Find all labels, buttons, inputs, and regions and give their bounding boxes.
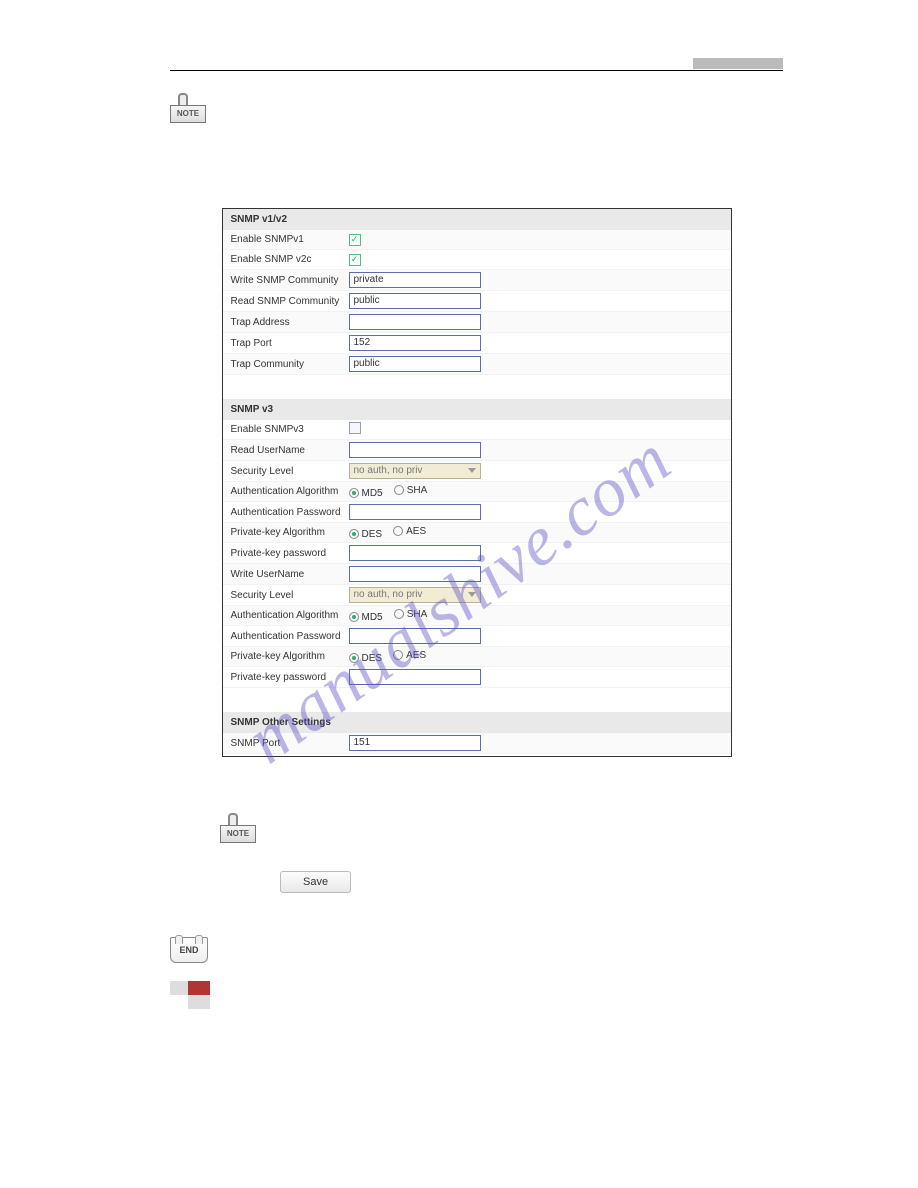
input-pk-pw-read[interactable]	[349, 545, 481, 561]
end-icon: END	[170, 937, 208, 963]
input-read-community[interactable]: public	[349, 293, 481, 309]
row-enable-snmpv2c: Enable SNMP v2c ✓	[223, 250, 731, 270]
label-enable-snmpv1: Enable SNMPv1	[231, 234, 349, 245]
checkbox-enable-snmpv3[interactable]	[349, 422, 361, 434]
row-pk-algo-write: Private-key Algorithm DES AES	[223, 647, 731, 667]
label-snmp-port: SNMP Port	[231, 738, 349, 749]
row-auth-algo-read: Authentication Algorithm MD5 SHA	[223, 482, 731, 502]
row-auth-pw-write: Authentication Password	[223, 626, 731, 647]
row-auth-algo-write: Authentication Algorithm MD5 SHA	[223, 606, 731, 626]
select-security-level-read-value: no auth, no priv	[354, 465, 423, 476]
snmp-config-panel: SNMP v1/v2 Enable SNMPv1 ✓ Enable SNMP v…	[222, 208, 732, 757]
row-security-level-read: Security Level no auth, no priv	[223, 461, 731, 482]
row-write-community: Write SNMP Community private	[223, 270, 731, 291]
row-read-username: Read UserName	[223, 440, 731, 461]
chevron-down-icon	[468, 592, 476, 597]
note-icon: NOTE	[220, 817, 256, 845]
label-auth-pw-write: Authentication Password	[231, 631, 349, 642]
select-security-level-write[interactable]: no auth, no priv	[349, 587, 481, 603]
note-icon-label: NOTE	[170, 105, 206, 123]
section-snmp-v3: SNMP v3	[223, 399, 731, 420]
header-rule	[170, 70, 783, 71]
radio-des-read[interactable]: DES	[349, 529, 383, 540]
end-icon-label: END	[179, 945, 198, 955]
label-pk-algo-read: Private-key Algorithm	[231, 527, 349, 538]
radio-sha-write[interactable]: SHA	[394, 609, 428, 620]
row-write-username: Write UserName	[223, 564, 731, 585]
row-pk-pw-read: Private-key password	[223, 543, 731, 564]
label-trap-community: Trap Community	[231, 359, 349, 370]
input-pk-pw-write[interactable]	[349, 669, 481, 685]
select-security-level-read[interactable]: no auth, no priv	[349, 463, 481, 479]
label-trap-port: Trap Port	[231, 338, 349, 349]
row-auth-pw-read: Authentication Password	[223, 502, 731, 523]
label-write-community: Write SNMP Community	[231, 275, 349, 286]
row-security-level-write: Security Level no auth, no priv	[223, 585, 731, 606]
row-pk-pw-write: Private-key password	[223, 667, 731, 688]
input-read-username[interactable]	[349, 442, 481, 458]
label-enable-snmpv3: Enable SNMPv3	[231, 424, 349, 435]
save-button[interactable]: Save	[280, 871, 351, 893]
label-security-level-read: Security Level	[231, 466, 349, 477]
label-write-username: Write UserName	[231, 569, 349, 580]
label-read-username: Read UserName	[231, 445, 349, 456]
input-write-username[interactable]	[349, 566, 481, 582]
row-snmp-port: SNMP Port 151	[223, 733, 731, 754]
label-auth-pw-read: Authentication Password	[231, 507, 349, 518]
radio-md5-write[interactable]: MD5	[349, 612, 383, 623]
section-snmp-other: SNMP Other Settings	[223, 712, 731, 733]
chevron-down-icon	[468, 468, 476, 473]
row-read-community: Read SNMP Community public	[223, 291, 731, 312]
input-trap-address[interactable]	[349, 314, 481, 330]
label-pk-pw-read: Private-key password	[231, 548, 349, 559]
label-security-level-write: Security Level	[231, 590, 349, 601]
checkbox-enable-snmpv2c[interactable]: ✓	[349, 254, 361, 266]
row-trap-community: Trap Community public	[223, 354, 731, 375]
radio-sha-read[interactable]: SHA	[394, 485, 428, 496]
row-pk-algo-read: Private-key Algorithm DES AES	[223, 523, 731, 543]
note-icon-label: NOTE	[220, 825, 256, 843]
label-auth-algo-write: Authentication Algorithm	[231, 610, 349, 621]
label-trap-address: Trap Address	[231, 317, 349, 328]
label-enable-snmpv2c: Enable SNMP v2c	[231, 254, 349, 265]
radio-des-write[interactable]: DES	[349, 653, 383, 664]
checkbox-enable-snmpv1[interactable]: ✓	[349, 234, 361, 246]
input-snmp-port[interactable]: 151	[349, 735, 481, 751]
page-indicator	[170, 981, 783, 1009]
row-trap-port: Trap Port 152	[223, 333, 731, 354]
input-trap-community[interactable]: public	[349, 356, 481, 372]
row-enable-snmpv3: Enable SNMPv3	[223, 420, 731, 440]
row-trap-address: Trap Address	[223, 312, 731, 333]
label-pk-pw-write: Private-key password	[231, 672, 349, 683]
input-auth-pw-write[interactable]	[349, 628, 481, 644]
row-enable-snmpv1: Enable SNMPv1 ✓	[223, 230, 731, 250]
label-read-community: Read SNMP Community	[231, 296, 349, 307]
radio-aes-write[interactable]: AES	[393, 650, 426, 661]
label-auth-algo-read: Authentication Algorithm	[231, 486, 349, 497]
header-grey-bar	[693, 58, 783, 69]
input-trap-port[interactable]: 152	[349, 335, 481, 351]
input-write-community[interactable]: private	[349, 272, 481, 288]
radio-aes-read[interactable]: AES	[393, 526, 426, 537]
radio-md5-read[interactable]: MD5	[349, 488, 383, 499]
section-snmp-v1v2: SNMP v1/v2	[223, 209, 731, 230]
note-icon: NOTE	[170, 97, 206, 125]
select-security-level-write-value: no auth, no priv	[354, 589, 423, 600]
input-auth-pw-read[interactable]	[349, 504, 481, 520]
label-pk-algo-write: Private-key Algorithm	[231, 651, 349, 662]
